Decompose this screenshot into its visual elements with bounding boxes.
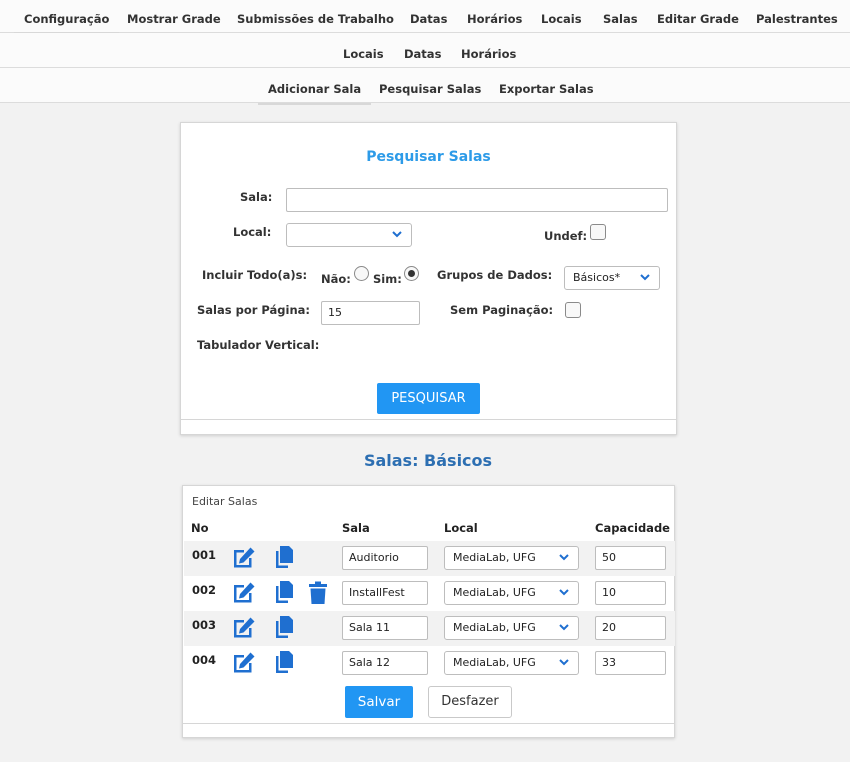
row-number: 002 — [192, 583, 217, 597]
local-select[interactable]: MediaLab, UFG — [444, 546, 579, 570]
nav-editar-grade[interactable]: Editar Grade — [657, 12, 739, 26]
chevron-down-icon — [640, 274, 650, 281]
table-row: 004 Sala 12 MediaLab, UFG 33 — [184, 646, 675, 681]
salas-navbar: Adicionar Sala Pesquisar Salas Exportar … — [0, 68, 850, 105]
trash-icon[interactable] — [308, 581, 328, 609]
subnav-exportar-salas[interactable]: Exportar Salas — [499, 82, 594, 96]
local-select[interactable]: MediaLab, UFG — [444, 616, 579, 640]
panel-divider — [183, 723, 674, 724]
col-header-local: Local — [444, 521, 478, 535]
grupos-select[interactable]: Básicos* — [564, 266, 660, 290]
subnav-datas[interactable]: Datas — [404, 47, 441, 61]
grupos-label: Grupos de Dados: — [437, 268, 553, 282]
subnav-horarios[interactable]: Horários — [461, 47, 516, 61]
local-select[interactable]: MediaLab, UFG — [444, 651, 579, 675]
capacidade-field[interactable]: 10 — [595, 581, 666, 605]
sim-label: Sim: — [373, 272, 402, 286]
sala-field[interactable]: InstallFest — [342, 581, 428, 605]
chevron-down-icon — [392, 231, 402, 238]
sala-field[interactable]: Sala 11 — [342, 616, 428, 640]
copy-icon[interactable] — [273, 615, 295, 643]
edit-icon[interactable] — [231, 616, 257, 644]
panel-divider — [181, 419, 676, 420]
main-navbar: Configuração Mostrar Grade Submissões de… — [0, 0, 850, 34]
pesquisar-button[interactable]: PESQUISAR — [377, 383, 480, 414]
nav-palestrantes[interactable]: Palestrantes — [756, 12, 838, 26]
results-title: Salas: Básicos — [363, 451, 493, 470]
row-number: 004 — [192, 653, 217, 667]
table-row: 002 InstallFest MediaLab, UFG 10 — [184, 576, 675, 611]
local-label: Local: — [233, 225, 272, 239]
subnav-adicionar-sala[interactable]: Adicionar Sala — [257, 82, 372, 105]
copy-icon[interactable] — [273, 580, 295, 608]
sala-input[interactable] — [286, 188, 668, 212]
table-row: 001 Auditorio MediaLab, UFG 50 — [184, 541, 675, 576]
table-row: 003 Sala 11 MediaLab, UFG 20 — [184, 611, 675, 646]
local-select-value: MediaLab, UFG — [453, 656, 536, 669]
nav-locais[interactable]: Locais — [541, 12, 582, 26]
incluir-label: Incluir Todo(a)s: — [202, 268, 308, 282]
col-header-sala: Sala — [342, 521, 370, 535]
search-title: Pesquisar Salas — [366, 149, 491, 165]
copy-icon[interactable] — [273, 545, 295, 573]
sala-label: Sala: — [240, 190, 273, 204]
sem-paginacao-checkbox[interactable] — [565, 302, 581, 318]
sala-field[interactable]: Sala 12 — [342, 651, 428, 675]
local-select[interactable] — [286, 223, 412, 247]
subnav-pesquisar-salas[interactable]: Pesquisar Salas — [379, 82, 481, 96]
nav-mostrar-grade[interactable]: Mostrar Grade — [127, 12, 221, 26]
desfazer-button[interactable]: Desfazer — [428, 686, 512, 718]
chevron-down-icon — [559, 624, 569, 631]
grupos-select-value: Básicos* — [573, 271, 621, 284]
sem-paginacao-label: Sem Paginação: — [450, 303, 554, 317]
nav-salas[interactable]: Salas — [603, 12, 638, 26]
por-pagina-input[interactable]: 15 — [321, 301, 420, 325]
chevron-down-icon — [559, 589, 569, 596]
por-pagina-label: Salas por Página: — [197, 303, 311, 317]
local-select[interactable]: MediaLab, UFG — [444, 581, 579, 605]
local-select-value: MediaLab, UFG — [453, 586, 536, 599]
chevron-down-icon — [559, 554, 569, 561]
edit-icon[interactable] — [231, 651, 257, 679]
edit-icon[interactable] — [231, 581, 257, 609]
undef-label: Undef: — [544, 229, 588, 243]
edit-icon[interactable] — [231, 546, 257, 574]
search-panel: Pesquisar Salas Sala: Local: Undef: Incl… — [180, 122, 677, 435]
chevron-down-icon — [559, 659, 569, 666]
sim-radio[interactable] — [404, 266, 419, 281]
row-number: 003 — [192, 618, 217, 632]
row-number: 001 — [192, 548, 217, 562]
tabulador-label: Tabulador Vertical: — [197, 338, 320, 352]
copy-icon[interactable] — [273, 650, 295, 678]
nao-radio[interactable] — [354, 266, 369, 281]
capacidade-field[interactable]: 33 — [595, 651, 666, 675]
nav-submissoes-de-trabalho[interactable]: Submissões de Trabalho — [237, 12, 394, 26]
salvar-button[interactable]: Salvar — [345, 686, 413, 718]
table-caption: Editar Salas — [192, 495, 258, 508]
nav-configuracao[interactable]: Configuração — [13, 12, 120, 34]
local-select-value: MediaLab, UFG — [453, 621, 536, 634]
nao-label: Não: — [321, 272, 351, 286]
undef-checkbox[interactable] — [590, 224, 606, 240]
local-select-value: MediaLab, UFG — [453, 551, 536, 564]
capacidade-field[interactable]: 20 — [595, 616, 666, 640]
col-header-no: No — [191, 521, 209, 535]
capacidade-field[interactable]: 50 — [595, 546, 666, 570]
subnav-locais[interactable]: Locais — [333, 47, 394, 70]
sala-field[interactable]: Auditorio — [342, 546, 428, 570]
sub-navbar: Locais Datas Horários — [0, 33, 850, 70]
results-panel: Editar Salas No Sala Local Capacidade 00… — [182, 485, 675, 738]
nav-horarios[interactable]: Horários — [467, 12, 522, 26]
col-header-capacidade: Capacidade — [595, 521, 670, 535]
nav-datas[interactable]: Datas — [410, 12, 447, 26]
